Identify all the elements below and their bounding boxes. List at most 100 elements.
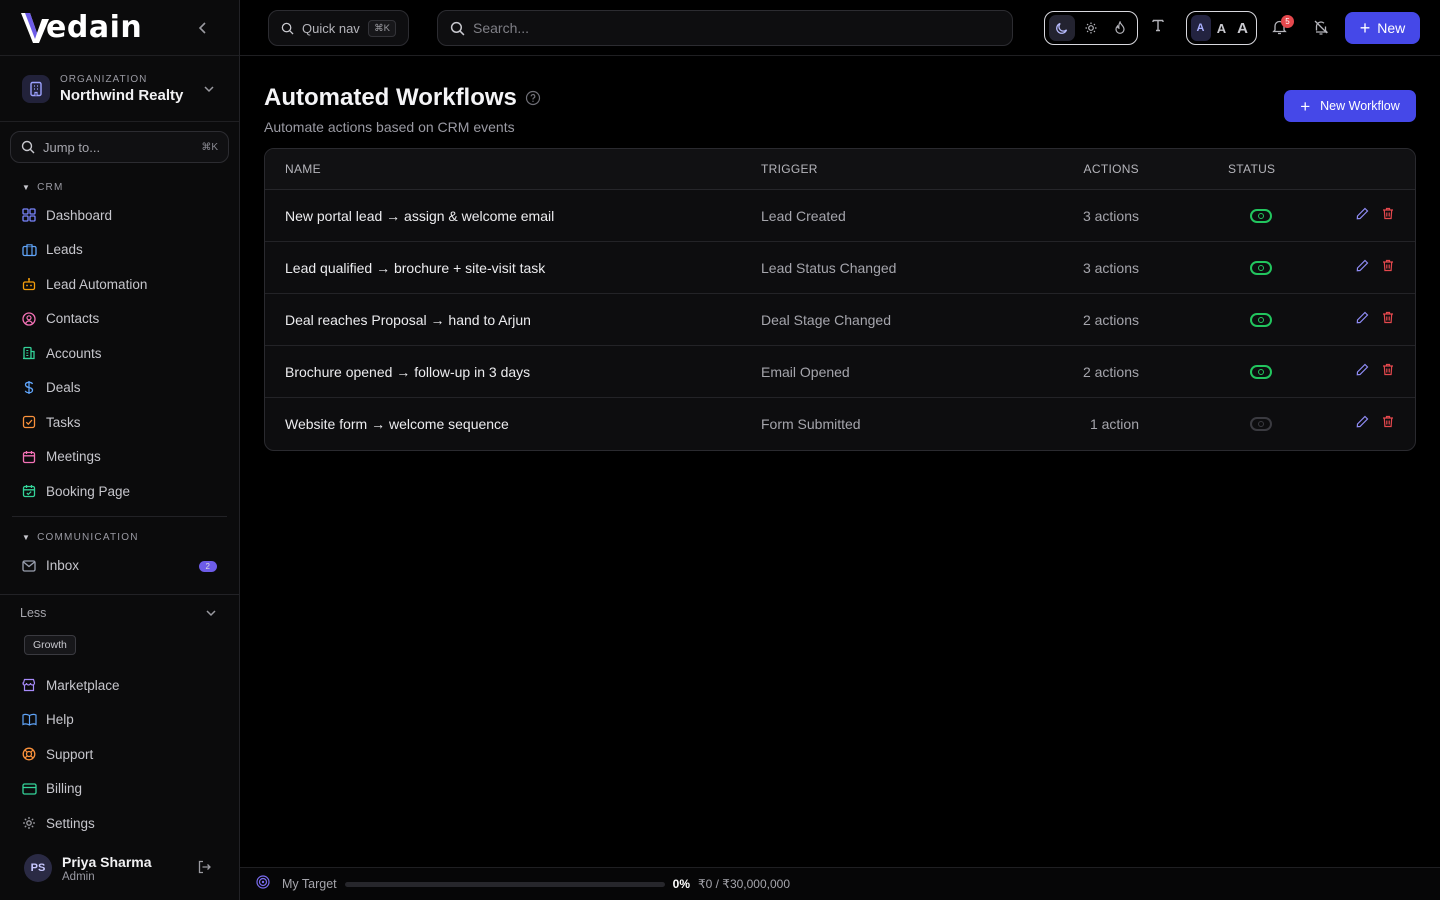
- trash-icon[interactable]: [1382, 259, 1394, 277]
- workflow-name: Deal reaches Proposal → hand to Arjun: [285, 311, 531, 328]
- column-header-name[interactable]: NAME: [285, 162, 321, 176]
- new-button[interactable]: + New: [1345, 12, 1420, 44]
- status-toggle[interactable]: [1250, 364, 1272, 379]
- font-size-medium[interactable]: A: [1212, 15, 1232, 41]
- less-toggle[interactable]: Less: [0, 595, 239, 631]
- sidebar-item-label: Support: [46, 746, 94, 762]
- column-header-trigger[interactable]: TRIGGER: [761, 162, 818, 176]
- help-circle-icon[interactable]: [525, 85, 541, 113]
- quick-nav-button[interactable]: Quick nav ⌘K: [268, 10, 409, 46]
- sidebar-item-meetings[interactable]: Meetings: [0, 440, 239, 475]
- jump-shortcut: ⌘K: [201, 141, 218, 153]
- sidebar-item-label: Settings: [46, 815, 95, 831]
- moon-icon: [1056, 22, 1068, 34]
- trash-icon[interactable]: [1382, 311, 1394, 329]
- workflow-actions-count: 1 action: [1089, 416, 1139, 432]
- workflow-trigger: Email Opened: [761, 363, 850, 380]
- sidebar-item-label: Marketplace: [46, 677, 120, 693]
- sidebar-item-settings[interactable]: Settings: [0, 806, 239, 841]
- sidebar-item-label: Tasks: [46, 414, 81, 430]
- pencil-icon[interactable]: [1356, 415, 1369, 433]
- table-row[interactable]: Deal reaches Proposal → hand to Arjun De…: [265, 294, 1415, 346]
- sidebar-item-inbox[interactable]: Inbox 2: [0, 549, 239, 584]
- status-toggle[interactable]: [1250, 208, 1272, 223]
- type-icon: [1152, 19, 1164, 32]
- sidebar-item-label: Booking Page: [46, 483, 131, 499]
- search-icon: [21, 140, 35, 154]
- user-profile[interactable]: PS Priya Sharma Admin: [0, 845, 239, 891]
- mute-notifications-button[interactable]: [1313, 19, 1329, 40]
- briefcase-icon: [21, 242, 37, 258]
- dollar-icon: [21, 380, 37, 396]
- light-theme-button[interactable]: [1078, 15, 1104, 41]
- status-toggle[interactable]: [1250, 312, 1272, 327]
- org-switcher[interactable]: ORGANIZATION Northwind Realty: [0, 56, 239, 122]
- brand-logo[interactable]: edain: [20, 10, 142, 45]
- user-circle-icon: [21, 311, 37, 327]
- column-header-actions[interactable]: ACTIONS: [1084, 162, 1139, 176]
- sidebar-item-label: Billing: [46, 781, 83, 797]
- search-input[interactable]: [473, 20, 973, 36]
- sidebar-item-lead-automation[interactable]: Lead Automation: [0, 267, 239, 302]
- font-style-button[interactable]: [1151, 18, 1165, 37]
- sidebar-item-help[interactable]: Help: [0, 703, 239, 738]
- pencil-icon[interactable]: [1356, 259, 1369, 277]
- logout-icon[interactable]: [197, 860, 211, 879]
- notifications-button[interactable]: 5: [1272, 15, 1294, 40]
- robot-icon: [21, 276, 37, 292]
- font-size-large[interactable]: A: [1233, 15, 1253, 41]
- section-crm-header[interactable]: ▼ CRM: [0, 176, 239, 198]
- new-workflow-button[interactable]: + New Workflow: [1284, 90, 1416, 122]
- lifebuoy-icon: [21, 746, 37, 762]
- toggle-knob: [1258, 212, 1264, 219]
- collapse-sidebar-button[interactable]: [193, 18, 213, 38]
- target-footer: My Target 0% ₹0 / ₹30,000,000: [240, 867, 1440, 900]
- workflow-trigger: Form Submitted: [761, 416, 861, 432]
- sun-icon: [1085, 22, 1097, 34]
- font-size-small[interactable]: A: [1190, 15, 1211, 41]
- pencil-icon[interactable]: [1356, 311, 1369, 329]
- sidebar-item-label: Contacts: [46, 311, 100, 327]
- toggle-knob: [1258, 368, 1264, 375]
- org-name: Northwind Realty: [60, 86, 184, 104]
- sidebar-item-accounts[interactable]: Accounts: [0, 336, 239, 371]
- status-toggle[interactable]: [1250, 260, 1272, 275]
- warm-theme-button[interactable]: [1107, 15, 1133, 41]
- sidebar-item-dashboard[interactable]: Dashboard: [0, 198, 239, 233]
- sidebar-item-booking-page[interactable]: Booking Page: [0, 474, 239, 509]
- table-row[interactable]: Lead qualified → brochure + site-visit t…: [265, 242, 1415, 294]
- section-communication-header[interactable]: ▼ COMMUNICATION: [0, 527, 239, 549]
- trash-icon[interactable]: [1382, 363, 1394, 381]
- trash-icon[interactable]: [1382, 415, 1394, 433]
- sidebar-item-leads[interactable]: Leads: [0, 233, 239, 268]
- pencil-icon[interactable]: [1356, 363, 1369, 381]
- sidebar-item-billing[interactable]: Billing: [0, 772, 239, 807]
- avatar: PS: [24, 854, 52, 882]
- dark-theme-button[interactable]: [1049, 15, 1076, 41]
- status-toggle[interactable]: [1250, 417, 1272, 431]
- toggle-knob: [1258, 264, 1264, 271]
- plus-icon: +: [1359, 18, 1371, 38]
- sidebar-item-deals[interactable]: Deals: [0, 371, 239, 406]
- trash-icon[interactable]: [1382, 207, 1394, 225]
- jump-to-input[interactable]: Jump to... ⌘K: [10, 131, 229, 163]
- grid-icon: [21, 207, 37, 223]
- sidebar-item-support[interactable]: Support: [0, 737, 239, 772]
- sidebar-item-contacts[interactable]: Contacts: [0, 302, 239, 337]
- toggle-knob: [1258, 421, 1264, 427]
- sidebar-item-tasks[interactable]: Tasks: [0, 405, 239, 440]
- table-row[interactable]: Brochure opened → follow-up in 3 days Em…: [265, 346, 1415, 398]
- notification-count-badge: 5: [1281, 15, 1294, 28]
- workflow-trigger: Lead Created: [761, 207, 846, 224]
- table-row[interactable]: Website form → welcome sequence Form Sub…: [265, 398, 1415, 450]
- divider: [12, 515, 227, 517]
- table-row[interactable]: New portal lead → assign & welcome email…: [265, 190, 1415, 242]
- sidebar-item-marketplace[interactable]: Marketplace: [0, 668, 239, 703]
- target-progress-bar: [344, 881, 665, 887]
- store-icon: [21, 677, 37, 693]
- table-header: NAME TRIGGER ACTIONS STATUS: [265, 149, 1415, 190]
- column-header-status[interactable]: STATUS: [1228, 162, 1275, 176]
- calendar-check-icon: [21, 483, 37, 499]
- section-crm-title: CRM: [37, 181, 64, 193]
- pencil-icon[interactable]: [1356, 207, 1369, 225]
